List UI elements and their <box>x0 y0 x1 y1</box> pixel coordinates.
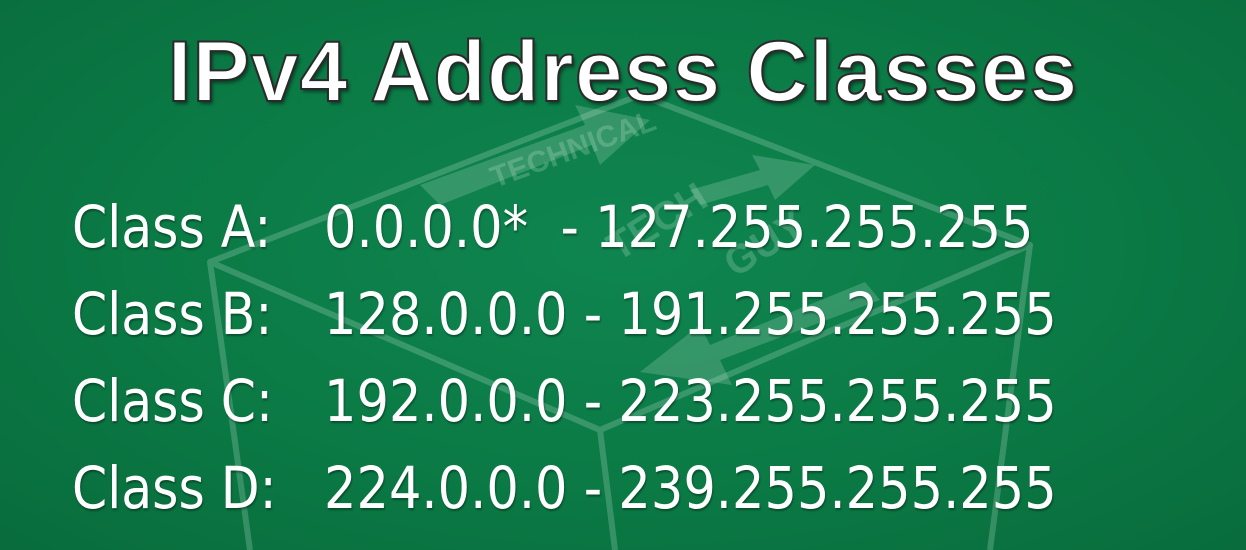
class-range: 224.0.0.0 - 239.255.255.255 <box>324 454 1057 522</box>
class-list: Class A: 0.0.0.0* - 127.255.255.255 Clas… <box>72 184 1232 532</box>
class-row-a: Class A: 0.0.0.0* - 127.255.255.255 <box>72 184 1232 271</box>
class-label: Class C: <box>72 367 274 435</box>
class-row-c: Class C: 192.0.0.0 - 223.255.255.255 <box>72 358 1232 445</box>
class-row-b: Class B: 128.0.0.0 - 191.255.255.255 <box>72 271 1232 358</box>
class-range: 192.0.0.0 - 223.255.255.255 <box>324 367 1057 435</box>
class-row-d: Class D: 224.0.0.0 - 239.255.255.255 <box>72 445 1232 532</box>
class-range: 0.0.0.0* - 127.255.255.255 <box>324 193 1034 261</box>
class-label: Class D: <box>72 454 277 522</box>
class-label: Class A: <box>72 193 272 261</box>
slide-title: IPv4 Address Classes <box>167 23 1079 121</box>
class-range: 128.0.0.0 - 191.255.255.255 <box>324 280 1057 348</box>
class-label: Class B: <box>72 280 273 348</box>
slide: TECHNICAL TECH GUY IPv4 Address Classes … <box>0 0 1246 550</box>
